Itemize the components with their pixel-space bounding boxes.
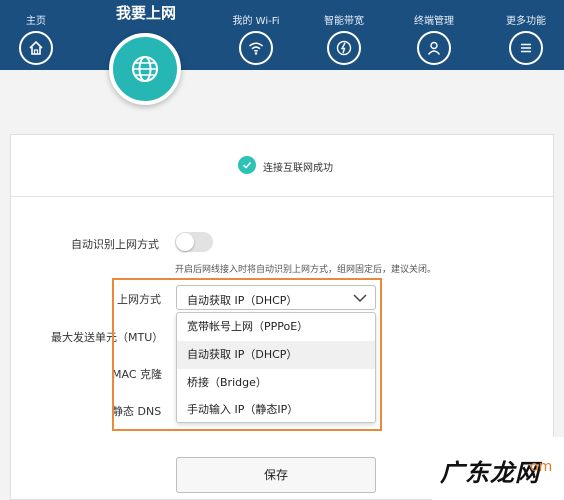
nav-internet-button[interactable] bbox=[109, 33, 181, 105]
nav-wifi[interactable]: 我的 Wi-Fi bbox=[218, 0, 294, 70]
nav-more-label: 更多功能 bbox=[506, 16, 546, 27]
nav-internet-label[interactable]: 我要上网 bbox=[96, 2, 196, 23]
top-nav-bar: 主页 我要上网 我的 Wi-Fi 智能带宽 终端管理 更多功能 bbox=[0, 0, 564, 70]
save-button[interactable]: 保存 bbox=[176, 457, 376, 493]
nav-home[interactable]: 主页 bbox=[0, 0, 76, 70]
bandwidth-globe-icon bbox=[327, 31, 361, 65]
annotation-highlight-box bbox=[112, 278, 382, 431]
connection-status-row: 连接互联网成功 bbox=[11, 135, 553, 197]
watermark-suffix: om bbox=[530, 459, 553, 475]
home-icon bbox=[19, 31, 53, 65]
nav-bandwidth[interactable]: 智能带宽 bbox=[306, 0, 382, 70]
watermark-logo: 广东龙网 bbox=[440, 459, 540, 487]
auto-detect-hint: 开启后网线接入时将自动识别上网方式，组网固定后，建议关闭。 bbox=[175, 265, 437, 275]
nav-more[interactable]: 更多功能 bbox=[488, 0, 564, 70]
globe-icon bbox=[132, 56, 158, 82]
nav-bandwidth-label: 智能带宽 bbox=[324, 16, 364, 27]
nav-devices[interactable]: 终端管理 bbox=[396, 0, 472, 70]
nav-home-label: 主页 bbox=[26, 16, 46, 27]
connection-status-text: 连接互联网成功 bbox=[263, 163, 333, 174]
wifi-icon bbox=[239, 31, 273, 65]
watermark: 广东龙网 om bbox=[432, 437, 564, 500]
check-icon bbox=[238, 156, 256, 174]
nav-devices-label: 终端管理 bbox=[414, 16, 454, 27]
auto-detect-label: 自动识别上网方式 bbox=[71, 238, 159, 251]
menu-icon bbox=[509, 31, 543, 65]
toggle-knob bbox=[176, 233, 194, 251]
auto-detect-toggle[interactable] bbox=[175, 232, 213, 252]
nav-wifi-label: 我的 Wi-Fi bbox=[232, 16, 280, 27]
user-icon bbox=[417, 31, 451, 65]
